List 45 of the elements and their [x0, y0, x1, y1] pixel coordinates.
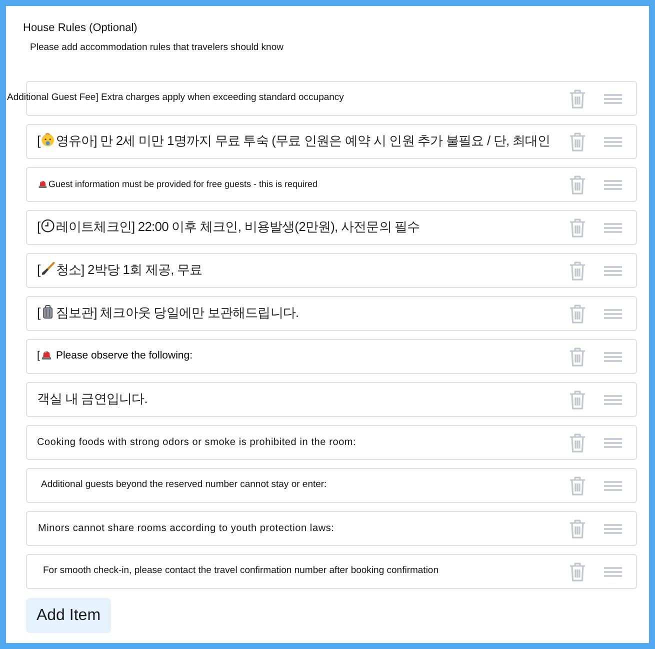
rule-input[interactable]: 객실 내 금연입니다. [37, 391, 148, 408]
drag-handle-icon[interactable] [604, 222, 622, 232]
delete-icon[interactable] [569, 432, 586, 452]
delete-icon[interactable] [569, 518, 586, 538]
delete-icon[interactable] [569, 390, 586, 410]
delete-icon[interactable] [569, 88, 586, 108]
luggage-icon [41, 305, 55, 319]
delete-icon[interactable] [569, 174, 586, 194]
drag-handle-icon[interactable] [604, 480, 622, 490]
rule-input[interactable]: [ Please observe the following: [37, 349, 193, 364]
rule-input[interactable]: [ 청소] 2박당 1회 제공, 무료 [37, 262, 202, 279]
rule-input[interactable]: Additional Guest Fee] Extra charges apply when exceeding standard occupancy [7, 92, 344, 105]
drag-handle-icon[interactable] [604, 94, 622, 104]
rule-input[interactable]: Cooking foods with strong odors or smoke is prohibited in the room: [37, 436, 356, 449]
drag-handle-icon[interactable] [604, 524, 622, 534]
drag-handle-icon[interactable] [604, 308, 622, 318]
rule-input[interactable]: For smooth check-in, please contact the travel confirmation number after booking confirmation [37, 565, 438, 578]
delete-icon[interactable] [569, 562, 586, 582]
delete-icon[interactable] [569, 346, 586, 366]
siren-icon [38, 178, 48, 188]
drag-handle-icon[interactable] [604, 394, 622, 404]
drag-handle-icon[interactable] [604, 438, 622, 448]
delete-icon[interactable] [569, 132, 586, 152]
rule-input[interactable]: Minors cannot share rooms according to youth protection laws: [37, 522, 334, 535]
baby-face-icon [41, 133, 55, 147]
delete-icon[interactable] [569, 260, 586, 280]
add-item-button[interactable]: Add Item [26, 598, 111, 633]
delete-icon[interactable] [569, 304, 586, 324]
section-title: House Rules (Optional) [23, 21, 138, 35]
delete-icon[interactable] [569, 218, 586, 238]
rule-input[interactable]: [ 영유아] 만 2세 미만 1명까지 무료 투숙 (무료 인원은 예약 시 인원 추가 불필요 / 단, 최대인 [37, 133, 550, 150]
drag-handle-icon[interactable] [604, 136, 622, 146]
rule-input[interactable]: [ 레이트체크인] 22:00 이후 체크인, 비용발생(2만원), 사전문의 필수 [37, 219, 420, 236]
rule-input[interactable]: Guest information must be provided for free guests - this is required [37, 178, 318, 190]
brush-icon [41, 262, 55, 276]
siren-icon [40, 349, 52, 360]
drag-handle-icon[interactable] [604, 566, 622, 576]
rule-input[interactable]: Additional guests beyond the reserved number cannot stay or enter: [37, 479, 327, 492]
drag-handle-icon[interactable] [604, 266, 622, 276]
drag-handle-icon[interactable] [604, 352, 622, 362]
drag-handle-icon[interactable] [604, 180, 622, 190]
rule-input[interactable]: [ 짐보관] 체크아웃 당일에만 보관해드립니다. [37, 305, 299, 322]
section-description: Please add accommodation rules that travelers should know [30, 42, 284, 54]
delete-icon[interactable] [569, 476, 586, 496]
clock-icon [41, 219, 55, 233]
